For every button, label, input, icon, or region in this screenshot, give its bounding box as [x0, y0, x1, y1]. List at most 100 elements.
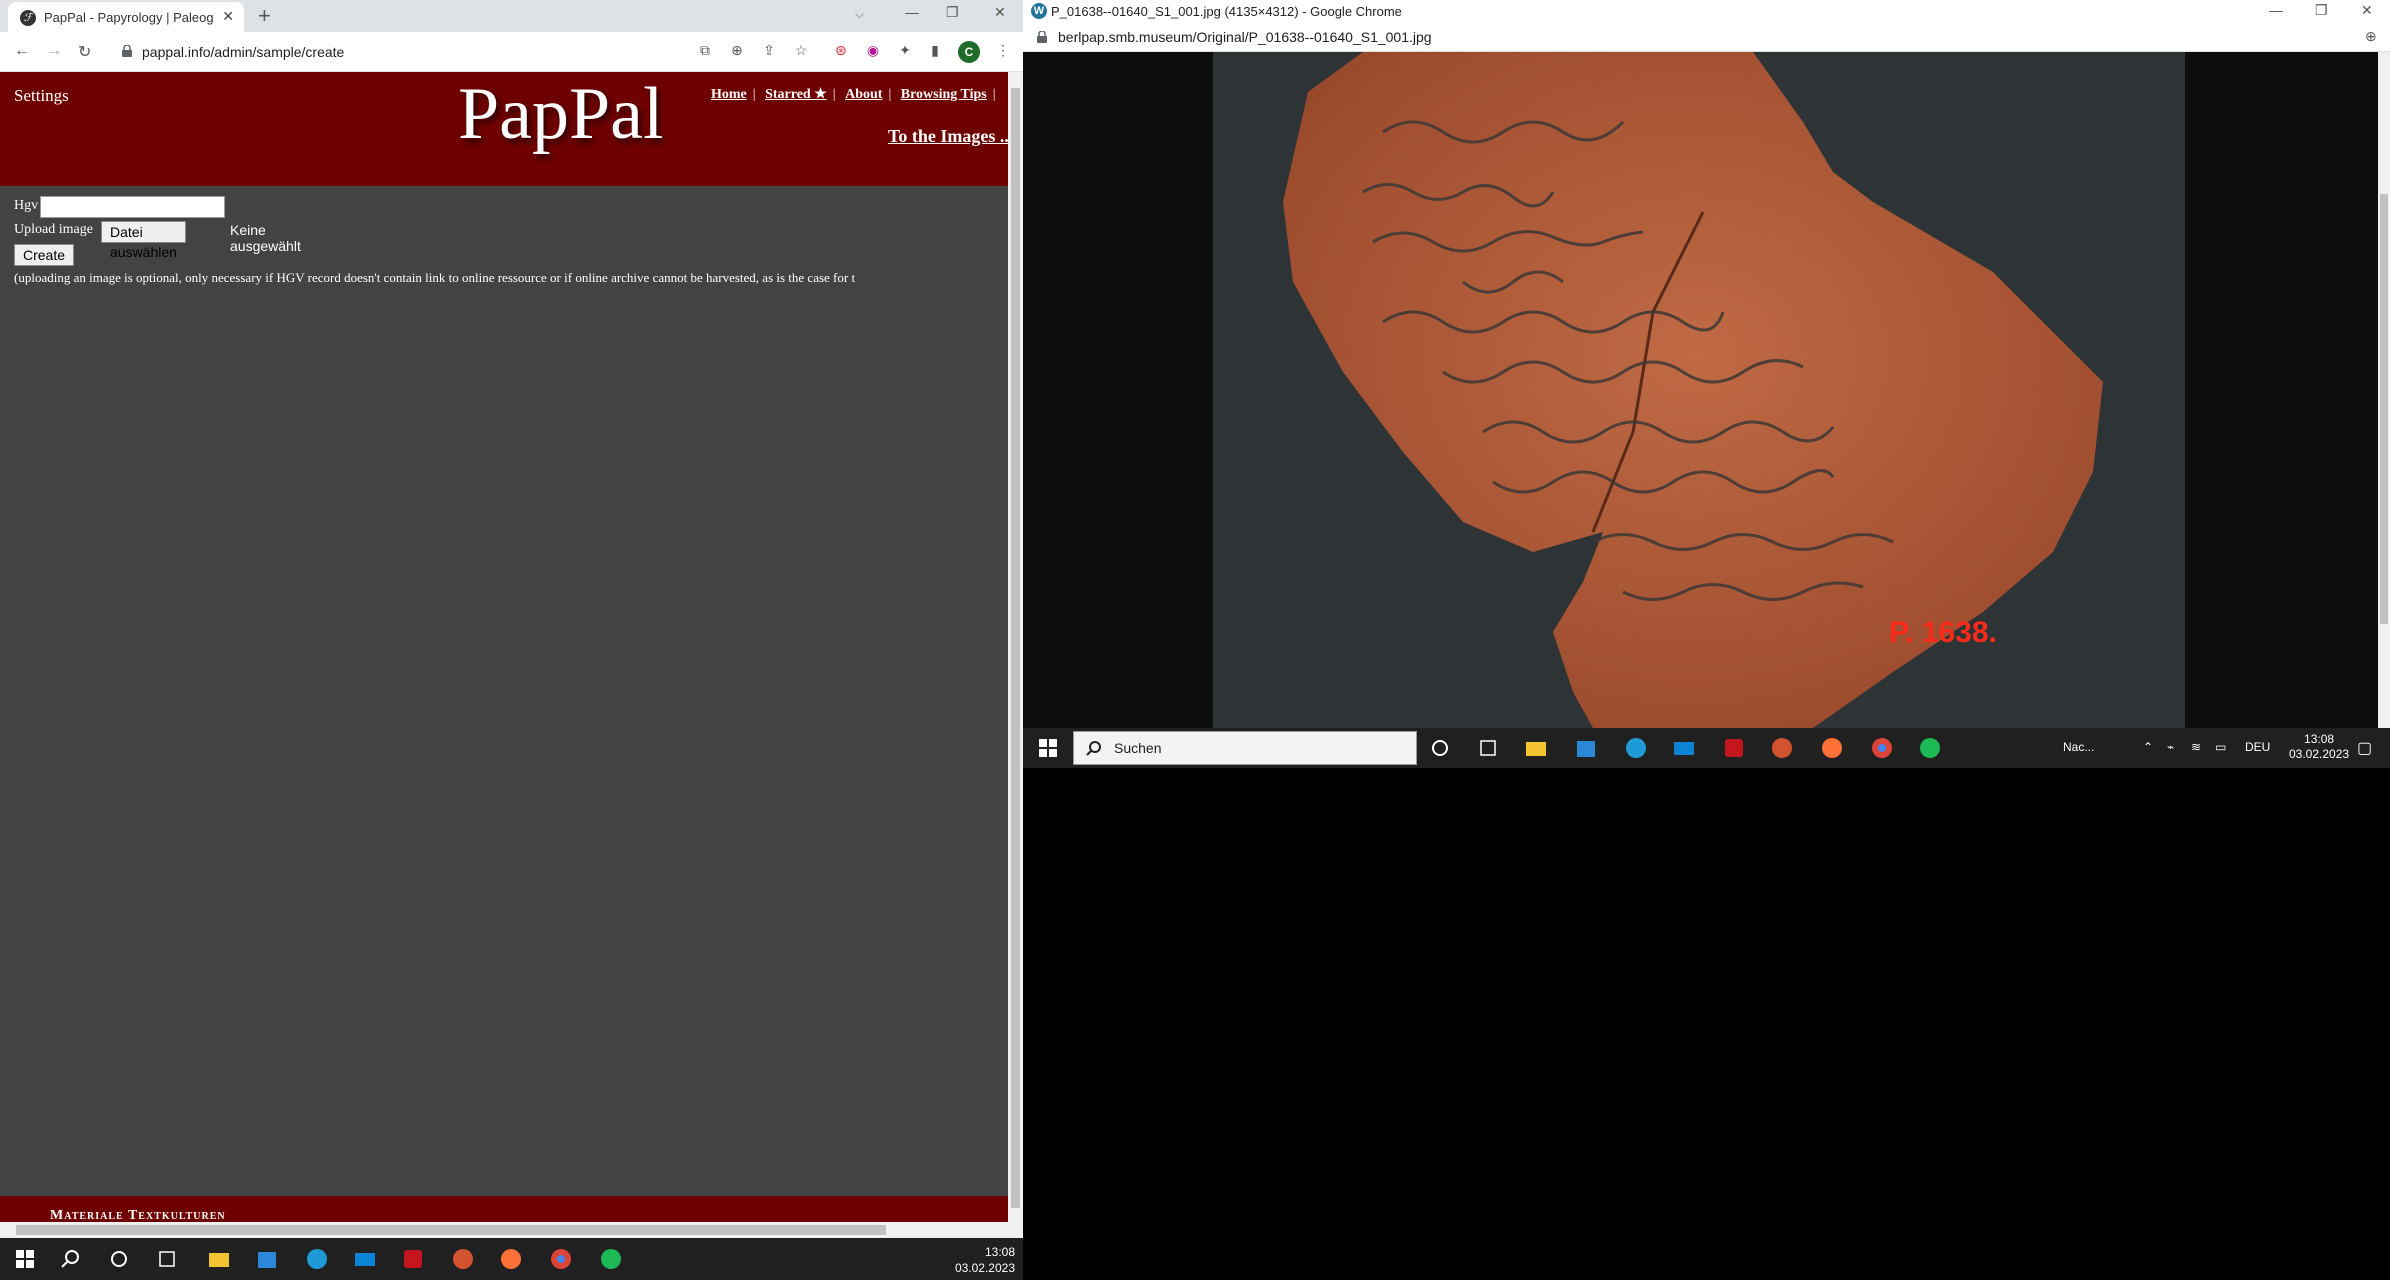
- choose-file-button[interactable]: Datei auswählen: [101, 221, 186, 260]
- image-viewer: P. 1638.: [1023, 52, 2378, 728]
- tab-search-chevron-icon[interactable]: ⌵: [855, 7, 864, 22]
- image-address-bar[interactable]: berlpap.smb.museum/Original/P_01638--016…: [1023, 22, 2390, 52]
- browser-toolbar: ← → ↻ pappal.info/admin/sample/create ⧉ …: [0, 32, 1023, 72]
- task-view-icon[interactable]: [154, 1246, 180, 1272]
- taskbar-right: Suchen Nac... ⌃ ⌁ ≋ ▭ DEU 13:08 03.02.20…: [1023, 728, 2390, 768]
- back-arrow-icon[interactable]: ←: [14, 42, 30, 60]
- language-indicator[interactable]: DEU: [2245, 740, 2270, 754]
- windows-start-icon[interactable]: [1035, 735, 1061, 761]
- spotify-icon[interactable]: [1917, 735, 1943, 761]
- extension-red-icon[interactable]: ⊛: [832, 42, 850, 60]
- upload-note: (uploading an image is optional, only ne…: [14, 270, 856, 285]
- profile-avatar[interactable]: C: [958, 41, 980, 63]
- address-bar[interactable]: pappal.info/admin/sample/create: [112, 38, 982, 66]
- image-window-titlebar: W P_01638--01640_S1_001.jpg (4135×4312) …: [1023, 0, 2390, 22]
- restore-icon[interactable]: ❐: [2315, 2, 2328, 19]
- forward-arrow-icon[interactable]: →: [46, 42, 62, 60]
- firefox-icon[interactable]: [498, 1246, 524, 1272]
- network-icon[interactable]: ⌁: [2167, 740, 2174, 754]
- file-explorer-icon[interactable]: [206, 1246, 232, 1272]
- new-tab-icon[interactable]: +: [258, 3, 271, 29]
- chrome-icon[interactable]: [1869, 735, 1895, 761]
- menu-dots-icon[interactable]: ⋮: [994, 42, 1012, 60]
- left-browser-window: ℱ PapPal - Papyrology | Paleograph ✕ + ⌵…: [0, 0, 1023, 1280]
- taskbar-search-box[interactable]: Suchen: [1073, 731, 1417, 765]
- task-view-icon[interactable]: [1475, 735, 1501, 761]
- bookmark-star-icon[interactable]: ☆: [792, 42, 810, 60]
- ostracon-photo[interactable]: P. 1638.: [1213, 52, 2185, 728]
- store-icon[interactable]: [254, 1246, 280, 1272]
- firefox-icon[interactable]: [1819, 735, 1845, 761]
- hgv-input[interactable]: [40, 196, 225, 218]
- battery-icon[interactable]: ▭: [2215, 740, 2226, 754]
- nav-about[interactable]: About: [845, 87, 882, 102]
- lock-icon: [1037, 31, 1047, 43]
- to-the-images-link[interactable]: To the Images ...: [888, 126, 1013, 147]
- upload-label: Upload image: [14, 222, 93, 237]
- windows-start-icon[interactable]: [12, 1246, 38, 1272]
- horizontal-scrollbar[interactable]: [0, 1222, 1008, 1238]
- restore-icon[interactable]: ❐: [946, 4, 959, 21]
- powerpoint-icon[interactable]: [450, 1246, 476, 1272]
- taskbar-left: 13:08 03.02.2023: [0, 1238, 1023, 1280]
- pappal-favicon-icon: ℱ: [20, 10, 36, 26]
- nav-starred[interactable]: Starred ★: [765, 87, 827, 102]
- tray-chevron-icon[interactable]: ⌃: [2143, 740, 2153, 754]
- vertical-scroll-thumb[interactable]: [1011, 88, 1020, 1208]
- zoom-icon[interactable]: ⊕: [2365, 28, 2377, 45]
- side-panel-icon[interactable]: ▮: [926, 42, 944, 60]
- search-placeholder: Suchen: [1114, 740, 1162, 756]
- ostracon-drawing: P. 1638.: [1213, 52, 2185, 728]
- hgv-label: Hgv: [14, 198, 39, 213]
- file-status-text: Keine ausgewählt: [230, 222, 301, 254]
- pappal-logo: PapPal: [458, 73, 664, 155]
- tab-strip: ℱ PapPal - Papyrology | Paleograph ✕ + ⌵…: [0, 0, 1023, 32]
- wifi-icon[interactable]: ≋: [2191, 740, 2201, 754]
- image-url: berlpap.smb.museum/Original/P_01638--016…: [1058, 29, 1432, 45]
- clock-date: 03.02.2023: [954, 1261, 1015, 1275]
- cortana-icon[interactable]: [106, 1246, 132, 1272]
- notification-icon[interactable]: ▢: [2357, 738, 2372, 758]
- spotify-icon[interactable]: [598, 1246, 624, 1272]
- store-icon[interactable]: [1573, 735, 1599, 761]
- powerpoint-icon[interactable]: [1769, 735, 1795, 761]
- minimize-icon[interactable]: —: [2269, 2, 2283, 18]
- chrome-icon[interactable]: [548, 1246, 574, 1272]
- search-icon: [1086, 741, 1101, 756]
- clock-time: 13:08: [2304, 732, 2335, 746]
- news-widget[interactable]: Nac...: [2063, 740, 2094, 754]
- close-tab-icon[interactable]: ✕: [222, 8, 234, 25]
- reload-icon[interactable]: ↻: [78, 42, 91, 62]
- clock-date: 03.02.2023: [2289, 747, 2350, 761]
- nav-browsing-tips[interactable]: Browsing Tips: [901, 87, 987, 102]
- file-explorer-icon[interactable]: [1523, 735, 1549, 761]
- zoom-icon[interactable]: ⊕: [728, 42, 746, 60]
- taskbar-clock-left[interactable]: 13:08 03.02.2023: [955, 1244, 1015, 1276]
- edge-icon[interactable]: [304, 1246, 330, 1272]
- translate-icon[interactable]: ⧉: [696, 42, 714, 60]
- cortana-icon[interactable]: [1427, 735, 1453, 761]
- horizontal-scroll-thumb[interactable]: [16, 1225, 886, 1235]
- taskbar-clock-right[interactable]: 13:08 03.02.2023: [2289, 732, 2349, 762]
- acrobat-icon[interactable]: [400, 1246, 426, 1272]
- close-window-icon[interactable]: ✕: [2361, 2, 2373, 19]
- share-icon[interactable]: ⇪: [760, 42, 778, 60]
- create-button[interactable]: Create: [14, 244, 75, 266]
- edge-icon[interactable]: [1623, 735, 1649, 761]
- mail-icon[interactable]: [1671, 735, 1697, 761]
- minimize-icon[interactable]: —: [905, 4, 919, 20]
- tab-pappal[interactable]: ℱ PapPal - Papyrology | Paleograph ✕: [8, 2, 244, 32]
- image-scroll-thumb[interactable]: [2380, 194, 2388, 624]
- mail-icon[interactable]: [352, 1246, 378, 1272]
- clock-time: 13:08: [984, 1245, 1015, 1259]
- image-vertical-scrollbar[interactable]: [2378, 52, 2390, 728]
- search-icon[interactable]: [58, 1246, 84, 1272]
- nav-home[interactable]: Home: [711, 87, 747, 102]
- close-window-icon[interactable]: ✕: [994, 4, 1006, 21]
- settings-link[interactable]: Settings: [14, 86, 69, 106]
- extension-purple-icon[interactable]: ◉: [864, 42, 882, 60]
- wordpress-favicon-icon: W: [1031, 3, 1047, 19]
- acrobat-icon[interactable]: [1721, 735, 1747, 761]
- vertical-scrollbar[interactable]: [1008, 72, 1023, 1238]
- extensions-puzzle-icon[interactable]: ✦: [896, 42, 914, 60]
